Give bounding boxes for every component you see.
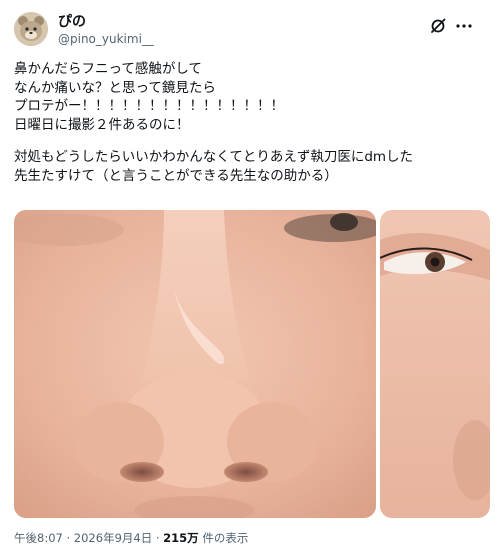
tweet-line: 鼻かんだらフニって感触がして xyxy=(14,61,202,77)
eye-photo[interactable] xyxy=(380,210,490,518)
tweet-line: なんか痛いな？と思って鏡見たら xyxy=(14,79,216,96)
tweet-media xyxy=(14,210,490,518)
tweet-header: ぴの @pino_yukimi__ xyxy=(14,12,486,50)
tweet-line: 対処もどうしたらいいかわかんなくてとりあえず執刀医にdmした xyxy=(14,149,414,165)
tweet-text: 鼻かんだらフニって感触がして なんか痛いな？と思って鏡見たら プロテがー！！！！… xyxy=(14,60,486,185)
more-icon[interactable] xyxy=(454,16,474,36)
tweet-line: 日曜日に撮影２件あるのに！ xyxy=(14,116,190,133)
tweet-date[interactable]: 2026年9月4日 xyxy=(74,531,152,545)
user-handle[interactable]: @pino_yukimi__ xyxy=(58,31,154,47)
views-label: 件の表示 xyxy=(198,531,249,545)
grok-icon[interactable] xyxy=(428,16,448,36)
meta-separator: · xyxy=(152,531,164,545)
display-name[interactable]: ぴの xyxy=(58,14,154,31)
tweet-time[interactable]: 午後8:07 xyxy=(14,531,63,545)
tweet-line: プロテがー！！！！！！！！！！！！！！！ xyxy=(14,98,284,114)
user-names: ぴの @pino_yukimi__ xyxy=(58,14,154,47)
views-count: 215万 xyxy=(163,531,199,545)
meta-separator: · xyxy=(62,531,74,545)
nose-photo[interactable] xyxy=(14,210,376,518)
avatar[interactable] xyxy=(14,12,48,46)
tweet-meta: 午後8:07 · 2026年9月4日 · 215万 件の表示 xyxy=(14,530,248,546)
tweet-line: 先生たすけて（と言うことができる先生なの助かる） xyxy=(14,167,338,184)
